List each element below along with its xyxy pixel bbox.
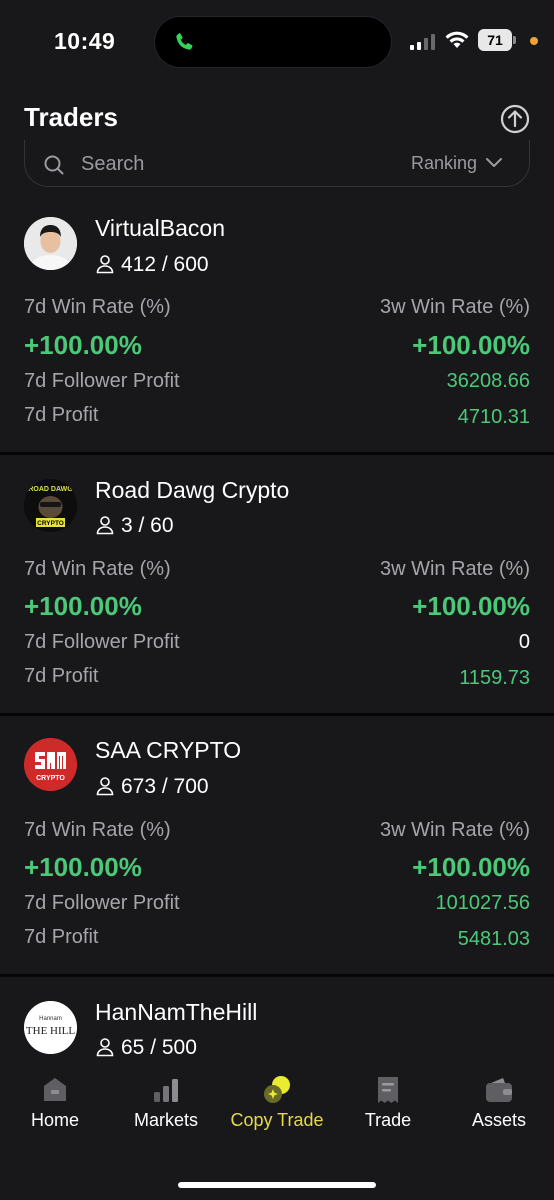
- trader-avatar: CRYPTO: [24, 738, 77, 791]
- trader-card[interactable]: VirtualBacon 412 / 600 7d Win Rate (%) 3…: [0, 195, 554, 455]
- home-icon: [44, 1078, 66, 1101]
- trader-card[interactable]: ROAD DAWG CRYPTO Road Dawg Crypto 3 / 60…: [0, 455, 554, 716]
- trader-name: VirtualBacon: [95, 215, 225, 241]
- win-rate-7d-value: +100.00%: [24, 852, 142, 882]
- win-rate-3w-label: 3w Win Rate (%): [379, 819, 530, 841]
- ranking-dropdown[interactable]: Ranking: [411, 153, 503, 174]
- status-time: 10:49: [54, 28, 116, 54]
- nav-label: Markets: [133, 1110, 198, 1130]
- win-rate-3w-value: +100.00%: [412, 591, 530, 621]
- bottom-nav: Home Markets Copy Trade Trade Assets: [0, 1062, 554, 1200]
- trader-card[interactable]: Hannam THE HILL HanNamTheHill 65 / 500: [0, 977, 554, 1067]
- phone-call-icon: [176, 33, 193, 50]
- follower-profit-label: 7d Follower Profit: [24, 631, 180, 653]
- person-icon: [96, 255, 114, 274]
- privacy-indicator-dot: [530, 37, 538, 45]
- search-icon: [44, 155, 64, 175]
- logo-text-bottom: CRYPTO: [37, 520, 64, 527]
- trade-icon: [378, 1077, 398, 1103]
- wifi-icon: [445, 31, 469, 48]
- home-indicator[interactable]: [178, 1182, 376, 1188]
- follower-profit-value: 101027.56: [435, 892, 530, 914]
- win-rate-3w-label: 3w Win Rate (%): [379, 558, 530, 580]
- status-bar: 10:49 71: [0, 0, 554, 86]
- win-rate-7d-label: 7d Win Rate (%): [24, 558, 171, 580]
- nav-label: Assets: [471, 1110, 527, 1130]
- follower-count: 673 / 700: [95, 775, 209, 799]
- follower-profit-label: 7d Follower Profit: [24, 370, 180, 392]
- follower-count-value: 65 / 500: [121, 1036, 197, 1059]
- copy-trade-icon: [264, 1076, 290, 1103]
- win-rate-3w-value: +100.00%: [412, 330, 530, 360]
- ranking-label: Ranking: [410, 153, 477, 173]
- nav-item-trade[interactable]: Trade: [333, 1074, 443, 1146]
- battery-cap: [513, 36, 516, 44]
- trader-card[interactable]: CRYPTO SAA CRYPTO 673 / 700 7d Win Rate …: [0, 716, 554, 977]
- trader-avatar: ROAD DAWG CRYPTO: [24, 479, 77, 532]
- follower-profit-value: 36208.66: [446, 370, 530, 392]
- win-rate-7d-value: +100.00%: [24, 591, 142, 621]
- page-title: Traders: [24, 102, 118, 132]
- logo-text: CRYPTO: [36, 775, 65, 782]
- cellular-signal-icon: [410, 34, 435, 50]
- win-rate-7d-value: +100.00%: [24, 330, 142, 360]
- logo-text-top: ROAD DAWG: [28, 486, 73, 493]
- logo-text: THE HILL: [26, 1025, 75, 1037]
- nav-label: Home: [30, 1110, 79, 1130]
- person-icon: [96, 1038, 114, 1057]
- follower-count-value: 412 / 600: [121, 253, 209, 276]
- follower-count: 412 / 600: [95, 253, 209, 277]
- trader-name: HanNamTheHill: [95, 999, 258, 1025]
- follower-count-value: 673 / 700: [121, 775, 209, 798]
- nav-item-copy-trade[interactable]: Copy Trade: [222, 1074, 332, 1146]
- win-rate-7d-label: 7d Win Rate (%): [24, 819, 171, 841]
- win-rate-7d-label: 7d Win Rate (%): [24, 296, 171, 318]
- profit-label: 7d Profit: [24, 926, 99, 948]
- follower-profit-value: 0: [518, 631, 530, 653]
- profit-value: 5481.03: [457, 928, 530, 950]
- dynamic-island[interactable]: [154, 16, 392, 68]
- profit-label: 7d Profit: [24, 404, 99, 426]
- nav-item-home[interactable]: Home: [0, 1074, 110, 1146]
- profit-label: 7d Profit: [24, 665, 99, 687]
- nav-item-markets[interactable]: Markets: [111, 1074, 221, 1146]
- follower-count-value: 3 / 60: [121, 514, 174, 537]
- nav-item-assets[interactable]: Assets: [444, 1074, 554, 1146]
- follower-count: 65 / 500: [95, 1036, 197, 1060]
- follower-count: 3 / 60: [95, 514, 174, 538]
- nav-label: Trade: [364, 1110, 412, 1130]
- logo-text-small: Hannam: [39, 1016, 62, 1022]
- battery-indicator: 71: [478, 29, 518, 51]
- profit-value: 1159.73: [459, 667, 530, 689]
- trader-name: Road Dawg Crypto: [95, 477, 290, 503]
- person-icon: [96, 516, 114, 535]
- win-rate-3w-label: 3w Win Rate (%): [379, 296, 530, 318]
- search-input[interactable]: Search: [81, 153, 144, 176]
- battery-level: 71: [478, 29, 512, 51]
- nav-label: Copy Trade: [230, 1110, 324, 1130]
- win-rate-3w-value: +100.00%: [412, 852, 530, 882]
- search-bar[interactable]: Search Ranking: [24, 140, 530, 187]
- trader-avatar: Hannam THE HILL: [24, 1001, 77, 1054]
- trader-name: SAA CRYPTO: [95, 737, 242, 763]
- scroll-to-top-icon[interactable]: [500, 104, 530, 134]
- wallet-icon: [486, 1078, 512, 1102]
- chevron-down-icon: [486, 158, 502, 167]
- person-icon: [96, 777, 114, 796]
- trader-avatar: [24, 217, 77, 270]
- profit-value: 4710.31: [457, 406, 530, 428]
- follower-profit-label: 7d Follower Profit: [24, 892, 180, 914]
- markets-icon: [154, 1079, 178, 1102]
